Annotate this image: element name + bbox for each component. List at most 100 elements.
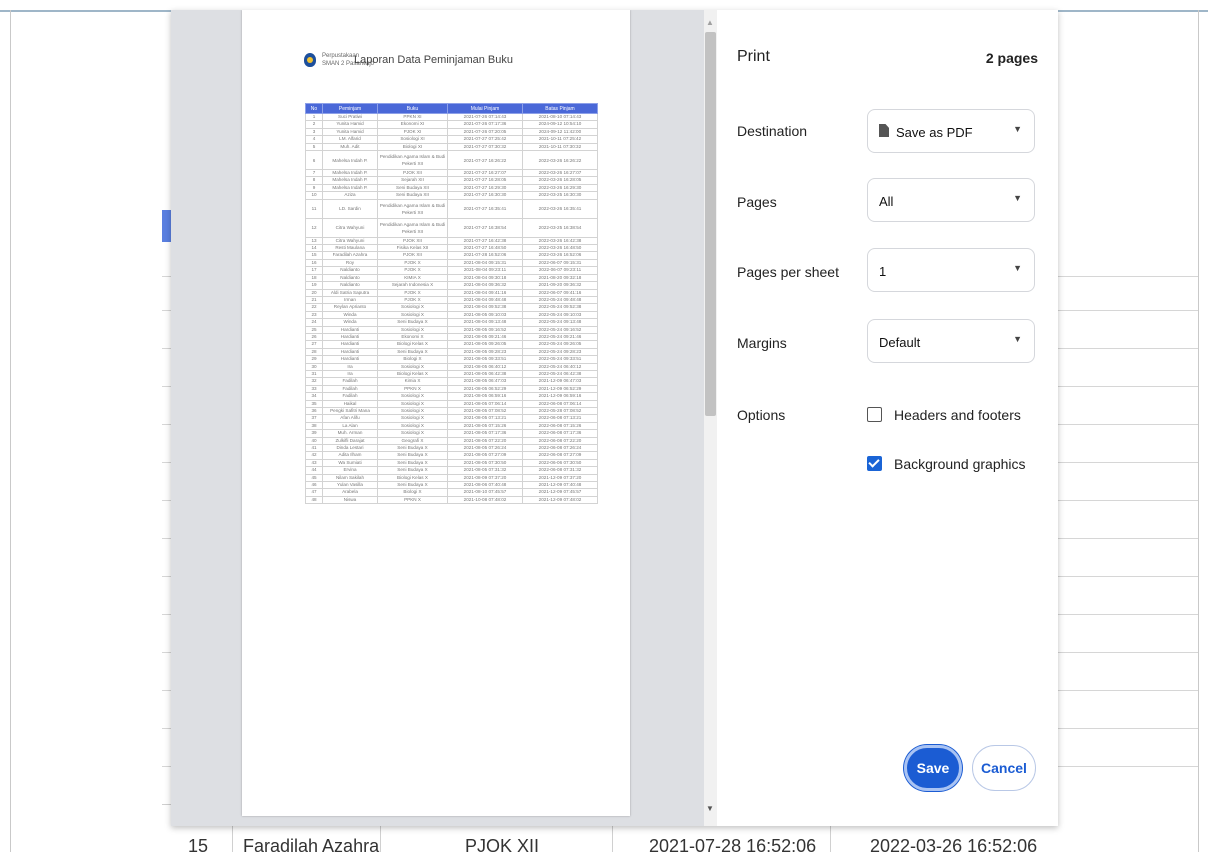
column-header: Buku [377, 103, 448, 114]
table-cell: Resti Maulana [322, 244, 378, 253]
scroll-down-arrow-icon[interactable]: ▼ [706, 804, 714, 813]
table-cell: 12 [305, 217, 323, 238]
table-cell: 2022-06-08 07:06:14 [522, 399, 598, 409]
table-cell: 2022-06-06 07:30:50 [522, 458, 598, 468]
table-cell: 2022-06-07 09:41:16 [522, 288, 598, 297]
table-row: 13 Citra Wahyuni PJOK XII 2021-07-27 16:42:… [305, 236, 598, 246]
table-cell: 16 [305, 258, 323, 268]
destination-label: Destination [737, 123, 808, 139]
table-cell: 2021-07-27 07:30:32 [447, 142, 523, 152]
table-cell: Hardianti [322, 347, 378, 357]
table-cell: 33 [305, 384, 323, 394]
print-preview[interactable]: Perpustakaan SMAN 2 Pasarwajo Laporan Da… [171, 10, 717, 826]
table-row: 6 Mahelsa Indah P. Pendidikan Agama Islam … [305, 150, 598, 171]
table-cell: 2021-08-04 09:13:48 [447, 318, 523, 327]
table-cell: 2021-10-11 07:30:32 [522, 142, 598, 152]
table-cell: 2022-05-24 06:42:38 [522, 369, 598, 379]
preview-scroll-thumb[interactable] [705, 32, 716, 416]
table-row: 27 Hardianti Biologi Kelas X 2021-08-05 09:… [305, 340, 598, 349]
table-cell: Irman [322, 295, 378, 305]
background-graphics-checkbox[interactable] [867, 456, 882, 471]
table-cell: 7 [305, 169, 323, 178]
table-cell: Biologi X [377, 355, 448, 364]
table-cell: La Alan [322, 421, 378, 431]
table-cell: 6 [305, 150, 323, 171]
table-cell: 20 [305, 288, 323, 297]
table-row: 40 Zulkifli Darajat Geografi X 2021-08-05 0… [305, 436, 598, 446]
cancel-button[interactable]: Cancel [972, 745, 1036, 791]
table-cell: 2021-07-27 16:38:54 [447, 217, 523, 238]
table-row: 7 Mahelsa Indah P. PJOK XII 2021-07-27 16:2… [305, 169, 598, 178]
background-row-line [1056, 500, 1198, 501]
table-cell: Mahelsa Indah P. [322, 183, 378, 193]
table-cell: 40 [305, 436, 323, 446]
table-cell: Ervina [322, 466, 378, 475]
table-cell: Sosiologi X [377, 310, 448, 320]
table-cell: 2022-03-26 16:48:50 [522, 244, 598, 253]
table-row: 33 Fadilah PPKN X 2021-08-05 06:52:29 2021-1… [305, 384, 598, 394]
table-cell: 39 [305, 429, 323, 438]
table-row: 45 Nilam Sakilah Biologi Kelas X 2021-08-09… [305, 473, 598, 483]
table-cell: Pendidikan Agama Islam & Budi Pekerti XI… [377, 150, 448, 171]
table-cell: Winda [322, 318, 378, 327]
background-graphics-label[interactable]: Background graphics [894, 456, 1026, 472]
table-cell: 2021-12-09 07:40:48 [522, 481, 598, 490]
column-header: Batas Pinjam [522, 103, 598, 114]
table-row: 36 Pengki Safitri Mana Sosiologi X 2021-08-… [305, 406, 598, 416]
table-cell: Mahelsa Indah P. [322, 150, 378, 171]
table-cell: Sosiologi XI [377, 135, 448, 144]
table-cell: Mahelsa Indah P. [322, 169, 378, 178]
table-row: 3 Yunita Hamid PJOK XI 2021-07-26 07:20:05 2… [305, 127, 598, 137]
table-cell: 2021-12-09 06:47:03 [522, 377, 598, 386]
table-cell: Sosiologi X [377, 429, 448, 438]
table-cell: 2021-08-09 07:37:20 [447, 473, 523, 483]
headers-footers-label[interactable]: Headers and footers [894, 407, 1021, 423]
column-header: No [305, 103, 323, 114]
table-cell: 2022-05-24 09:28:23 [522, 347, 598, 357]
options-label: Options [737, 407, 786, 423]
headers-footers-checkbox[interactable] [867, 407, 882, 422]
table-cell: Afan Alifu [322, 414, 378, 423]
table-cell: 2021-08-04 09:15:31 [447, 258, 523, 268]
table-cell: 2021-08-05 07:08:52 [447, 406, 523, 416]
table-cell: 2021-10-11 07:25:42 [522, 135, 598, 144]
table-row: 18 Naldianto KIMIA X 2021-08-04 09:30:18 202… [305, 273, 598, 283]
table-cell: 3 [305, 127, 323, 137]
table-cell: 2021-07-27 07:25:42 [447, 135, 523, 144]
margins-select[interactable]: Default ▼ [867, 319, 1035, 363]
table-row: 29 Hardianti Biologi X 2021-08-05 09:33:51 2… [305, 355, 598, 364]
table-cell: Wa Sumiati [322, 458, 378, 468]
table-cell: 2021-08-05 07:22:20 [447, 436, 523, 446]
table-cell: Winda [322, 310, 378, 320]
table-cell: PPKN XI [377, 112, 448, 122]
table-row: 48 Niswa PPKN X 2021-10-08 07:48:02 2021-12-… [305, 495, 598, 505]
table-cell: Biologi Kelas X [377, 473, 448, 483]
pages-select[interactable]: All ▼ [867, 178, 1035, 222]
background-row-line [1056, 424, 1198, 425]
page-count: 2 pages [985, 50, 1038, 66]
table-cell: Faradilah Azahra [322, 251, 378, 260]
table-cell: 2021-12-09 07:45:57 [522, 488, 598, 497]
table-cell: Biologi Kelas X [377, 340, 448, 349]
table-row: 47 Arabela Biologi X 2021-08-10 07:45:57 202… [305, 488, 598, 497]
table-cell: Hardianti [322, 325, 378, 334]
table-cell: Hardianti [322, 355, 378, 364]
table-cell: Sejarah Indonesia X [377, 281, 448, 290]
pages-per-sheet-select[interactable]: 1 ▼ [867, 248, 1035, 292]
table-cell: 2022-03-25 16:38:54 [522, 217, 598, 238]
table-cell: 2022-06-08 07:31:32 [522, 466, 598, 475]
save-button[interactable]: Save [904, 745, 962, 791]
table-cell: 2021-07-27 16:48:50 [447, 244, 523, 253]
table-cell: 2021-07-26 07:20:05 [447, 127, 523, 137]
table-cell: 2021-08-05 06:59:16 [447, 392, 523, 401]
scroll-up-arrow-icon[interactable]: ▲ [706, 18, 714, 27]
table-row: 25 Hardianti Sosiologi X 2021-08-05 09:16:5… [305, 325, 598, 334]
table-cell: 2022-05-24 09:13:48 [522, 318, 598, 327]
table-cell: 42 [305, 451, 323, 460]
table-cell: Seni Budaya X [377, 466, 448, 475]
background-row-line [1056, 276, 1198, 277]
table-cell: 2021-07-26 07:17:36 [447, 120, 523, 129]
destination-select[interactable]: Save as PDF ▼ [867, 109, 1035, 153]
table-cell: 2021-07-27 16:42:38 [447, 236, 523, 246]
table-row: 34 Fadilah Sosiologi X 2021-08-05 06:59:16 2… [305, 392, 598, 401]
